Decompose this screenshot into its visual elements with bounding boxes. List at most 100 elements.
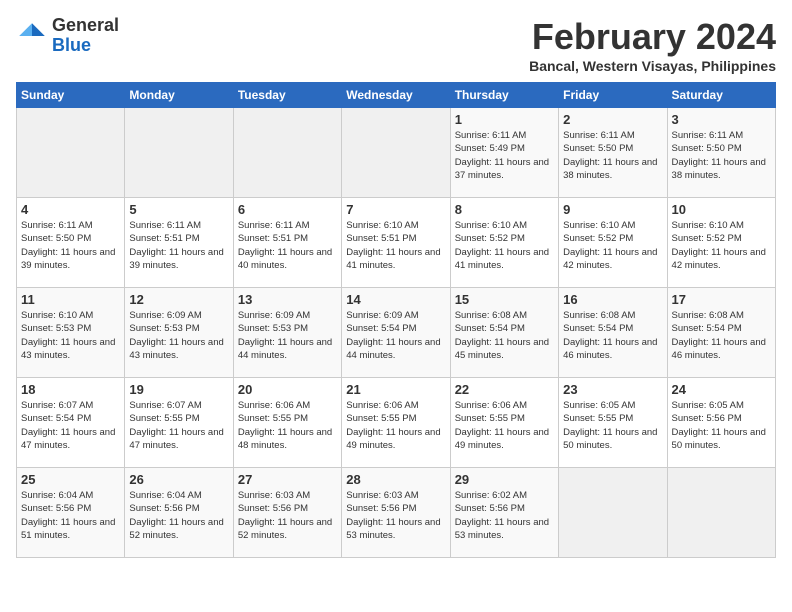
calendar-cell: 2Sunrise: 6:11 AMSunset: 5:50 PMDaylight… [559,108,667,198]
day-number: 1 [455,112,554,127]
day-info: Sunrise: 6:10 AMSunset: 5:52 PMDaylight:… [563,219,662,272]
day-header-wednesday: Wednesday [342,83,450,108]
calendar-cell: 25 Sunrise: 6:04 AMSunset: 5:56 PMDayligh… [17,468,125,558]
day-info: Sunrise: 6:08 AMSunset: 5:54 PMDaylight:… [672,309,771,362]
day-header-saturday: Saturday [667,83,775,108]
logo-icon [16,20,48,52]
calendar-cell [667,468,775,558]
day-number: 9 [563,202,662,217]
day-info: Sunrise: 6:06 AMSunset: 5:55 PMDaylight:… [455,399,554,452]
calendar-cell: 9 Sunrise: 6:10 AMSunset: 5:52 PMDaylight… [559,198,667,288]
day-info: Sunrise: 6:09 AMSunset: 5:53 PMDaylight:… [238,309,337,362]
day-number: 15 [455,292,554,307]
calendar-cell: 3Sunrise: 6:11 AMSunset: 5:50 PMDaylight… [667,108,775,198]
day-number: 5 [129,202,228,217]
calendar-cell [559,468,667,558]
day-number: 24 [672,382,771,397]
logo: GeneralBlue [16,16,119,56]
day-info: Sunrise: 6:03 AMSunset: 5:56 PMDaylight:… [238,489,337,542]
day-info: Sunrise: 6:07 AMSunset: 5:55 PMDaylight:… [129,399,228,452]
day-number: 18 [21,382,120,397]
day-header-monday: Monday [125,83,233,108]
calendar-cell: 11 Sunrise: 6:10 AMSunset: 5:53 PMDayligh… [17,288,125,378]
calendar-cell [233,108,341,198]
day-header-tuesday: Tuesday [233,83,341,108]
day-info: Sunrise: 6:03 AMSunset: 5:56 PMDaylight:… [346,489,445,542]
calendar-subtitle: Bancal, Western Visayas, Philippines [529,58,776,74]
day-number: 23 [563,382,662,397]
calendar-cell: 4Sunrise: 6:11 AMSunset: 5:50 PMDaylight… [17,198,125,288]
day-info: Sunrise: 6:04 AMSunset: 5:56 PMDaylight:… [21,489,120,542]
calendar-cell: 28 Sunrise: 6:03 AMSunset: 5:56 PMDayligh… [342,468,450,558]
day-info: Sunrise: 6:10 AMSunset: 5:52 PMDaylight:… [455,219,554,272]
calendar-week-row: 1Sunrise: 6:11 AMSunset: 5:49 PMDaylight… [17,108,776,198]
calendar-cell: 8 Sunrise: 6:10 AMSunset: 5:52 PMDaylight… [450,198,558,288]
day-info: Sunrise: 6:09 AMSunset: 5:53 PMDaylight:… [129,309,228,362]
calendar-cell: 16 Sunrise: 6:08 AMSunset: 5:54 PMDayligh… [559,288,667,378]
day-number: 14 [346,292,445,307]
logo-text: GeneralBlue [52,16,119,56]
day-number: 12 [129,292,228,307]
calendar-cell: 13Sunrise: 6:09 AMSunset: 5:53 PMDayligh… [233,288,341,378]
calendar-cell: 12 Sunrise: 6:09 AMSunset: 5:53 PMDayligh… [125,288,233,378]
day-number: 28 [346,472,445,487]
calendar-header-row: SundayMondayTuesdayWednesdayThursdayFrid… [17,83,776,108]
calendar-cell: 24 Sunrise: 6:05 AMSunset: 5:56 PMDayligh… [667,378,775,468]
day-number: 29 [455,472,554,487]
day-number: 16 [563,292,662,307]
calendar-cell: 14 Sunrise: 6:09 AMSunset: 5:54 PMDayligh… [342,288,450,378]
day-number: 3 [672,112,771,127]
page-header: GeneralBlue February 2024 Bancal, Wester… [16,16,776,74]
calendar-table: SundayMondayTuesdayWednesdayThursdayFrid… [16,82,776,558]
day-info: Sunrise: 6:07 AMSunset: 5:54 PMDaylight:… [21,399,120,452]
day-info: Sunrise: 6:10 AMSunset: 5:52 PMDaylight:… [672,219,771,272]
day-header-sunday: Sunday [17,83,125,108]
calendar-week-row: 18 Sunrise: 6:07 AMSunset: 5:54 PMDayligh… [17,378,776,468]
calendar-cell: 23 Sunrise: 6:05 AMSunset: 5:55 PMDayligh… [559,378,667,468]
day-header-friday: Friday [559,83,667,108]
calendar-cell: 7 Sunrise: 6:10 AMSunset: 5:51 PMDaylight… [342,198,450,288]
calendar-cell: 27 Sunrise: 6:03 AMSunset: 5:56 PMDayligh… [233,468,341,558]
calendar-cell: 26 Sunrise: 6:04 AMSunset: 5:56 PMDayligh… [125,468,233,558]
calendar-cell: 18 Sunrise: 6:07 AMSunset: 5:54 PMDayligh… [17,378,125,468]
calendar-week-row: 4Sunrise: 6:11 AMSunset: 5:50 PMDaylight… [17,198,776,288]
day-number: 20 [238,382,337,397]
day-number: 2 [563,112,662,127]
title-area: February 2024 Bancal, Western Visayas, P… [529,16,776,74]
day-header-thursday: Thursday [450,83,558,108]
day-info: Sunrise: 6:06 AMSunset: 5:55 PMDaylight:… [346,399,445,452]
day-info: Sunrise: 6:05 AMSunset: 5:55 PMDaylight:… [563,399,662,452]
day-number: 8 [455,202,554,217]
day-number: 27 [238,472,337,487]
day-number: 21 [346,382,445,397]
day-number: 22 [455,382,554,397]
day-number: 4 [21,202,120,217]
calendar-cell: 10 Sunrise: 6:10 AMSunset: 5:52 PMDayligh… [667,198,775,288]
calendar-week-row: 25 Sunrise: 6:04 AMSunset: 5:56 PMDayligh… [17,468,776,558]
calendar-cell: 20Sunrise: 6:06 AMSunset: 5:55 PMDayligh… [233,378,341,468]
day-info: Sunrise: 6:10 AMSunset: 5:53 PMDaylight:… [21,309,120,362]
day-number: 26 [129,472,228,487]
calendar-cell: 29 Sunrise: 6:02 AMSunset: 5:56 PMDayligh… [450,468,558,558]
day-info: Sunrise: 6:02 AMSunset: 5:56 PMDaylight:… [455,489,554,542]
calendar-cell: 22 Sunrise: 6:06 AMSunset: 5:55 PMDayligh… [450,378,558,468]
day-info: Sunrise: 6:11 AMSunset: 5:51 PMDaylight:… [129,219,228,272]
day-number: 17 [672,292,771,307]
day-info: Sunrise: 6:04 AMSunset: 5:56 PMDaylight:… [129,489,228,542]
day-info: Sunrise: 6:10 AMSunset: 5:51 PMDaylight:… [346,219,445,272]
calendar-cell: 15Sunrise: 6:08 AMSunset: 5:54 PMDayligh… [450,288,558,378]
day-info: Sunrise: 6:09 AMSunset: 5:54 PMDaylight:… [346,309,445,362]
day-info: Sunrise: 6:05 AMSunset: 5:56 PMDaylight:… [672,399,771,452]
day-info: Sunrise: 6:08 AMSunset: 5:54 PMDaylight:… [563,309,662,362]
calendar-cell: 17 Sunrise: 6:08 AMSunset: 5:54 PMDayligh… [667,288,775,378]
calendar-cell [342,108,450,198]
day-number: 7 [346,202,445,217]
day-number: 25 [21,472,120,487]
calendar-cell [125,108,233,198]
day-number: 10 [672,202,771,217]
day-number: 11 [21,292,120,307]
day-number: 19 [129,382,228,397]
day-number: 6 [238,202,337,217]
calendar-week-row: 11 Sunrise: 6:10 AMSunset: 5:53 PMDayligh… [17,288,776,378]
calendar-cell: 6Sunrise: 6:11 AMSunset: 5:51 PMDaylight… [233,198,341,288]
